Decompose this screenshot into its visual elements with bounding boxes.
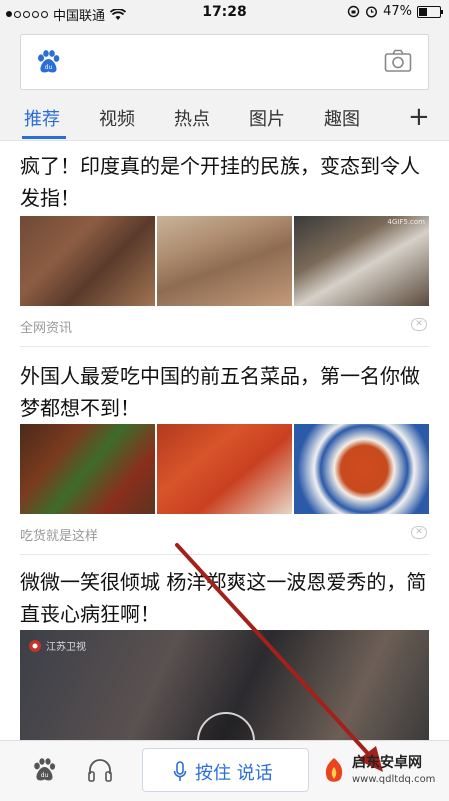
camera-icon[interactable] [384, 49, 412, 73]
divider [20, 554, 429, 555]
microphone-icon [173, 761, 187, 781]
spicy-chicken-photo[interactable] [157, 424, 292, 514]
jsbc-logo-icon [29, 639, 41, 652]
tab-funny-images[interactable]: 趣图 [324, 105, 360, 131]
status-right: 47% [347, 4, 443, 19]
tab-images[interactable]: 图片 [249, 105, 285, 131]
svg-text:du: du [41, 772, 49, 779]
divider [20, 346, 429, 347]
voice-input-button[interactable]: 按住 说话 [142, 748, 309, 792]
add-channel-icon[interactable]: + [408, 104, 430, 130]
dismiss-icon[interactable]: ✕ [411, 318, 427, 331]
watermark-title: 启东安卓网 [352, 755, 422, 771]
battery-icon [417, 5, 443, 18]
voice-button-label: 按住 说话 [195, 763, 273, 784]
tab-hot[interactable]: 热点 [174, 105, 210, 131]
stir-fry-peppers-photo[interactable] [20, 424, 155, 514]
voice-button-content: 按住 说话 [173, 759, 273, 785]
card-source: 全网资讯 [20, 321, 73, 336]
card-title[interactable]: 疯了！印度真的是个开挂的民族，变态到令人发指！ [20, 150, 430, 214]
card-images[interactable]: 4GIF5.com [20, 216, 429, 306]
search-header: du [0, 26, 449, 106]
baidu-home-icon[interactable]: du [31, 757, 57, 783]
alarm-icon [366, 6, 378, 18]
chef-cooking-photo[interactable]: 4GIF5.com [294, 216, 429, 306]
video-thumbnail[interactable]: 江苏卫视 [20, 630, 429, 742]
watermark-logo-icon [325, 758, 343, 782]
watermark-url: www.qdltdq.com [352, 774, 436, 785]
tab-recommend[interactable]: 推荐 [24, 105, 60, 131]
baidu-paw-icon[interactable]: du [35, 49, 61, 75]
laborers-photo[interactable] [157, 216, 292, 306]
dismiss-icon[interactable]: ✕ [411, 526, 427, 539]
channel-tabs: 推荐 视频 热点 图片 趣图 + [0, 96, 449, 141]
mapo-tofu-photo[interactable] [294, 424, 429, 514]
wrestlers-mud-photo[interactable] [20, 216, 155, 306]
headphones-icon[interactable] [86, 757, 114, 783]
tab-video[interactable]: 视频 [99, 105, 135, 131]
card-images[interactable] [20, 424, 429, 514]
image-caption: 4GIF5.com [387, 218, 425, 226]
card-title[interactable]: 外国人最爱吃中国的前五名菜品，第一名你做梦都想不到！ [20, 360, 430, 424]
active-tab-indicator [22, 136, 66, 139]
card-title[interactable]: 微微一笑很倾城 杨洋郑爽这一波恩爱秀的，简直丧心病狂啊！ [20, 566, 430, 630]
watermark: 启东安卓网 www.qdltdq.com [316, 748, 446, 796]
rotation-lock-icon [347, 5, 360, 18]
card-source: 吃货就是这样 [20, 529, 99, 544]
status-bar: 中国联通 17:28 47% [0, 0, 449, 26]
battery-percent: 47% [383, 4, 412, 19]
channel-logo: 江苏卫视 [28, 638, 86, 653]
search-input[interactable]: du [20, 34, 429, 90]
play-button-icon[interactable] [197, 712, 255, 742]
channel-name: 江苏卫视 [46, 642, 86, 653]
svg-text:du: du [45, 64, 53, 71]
